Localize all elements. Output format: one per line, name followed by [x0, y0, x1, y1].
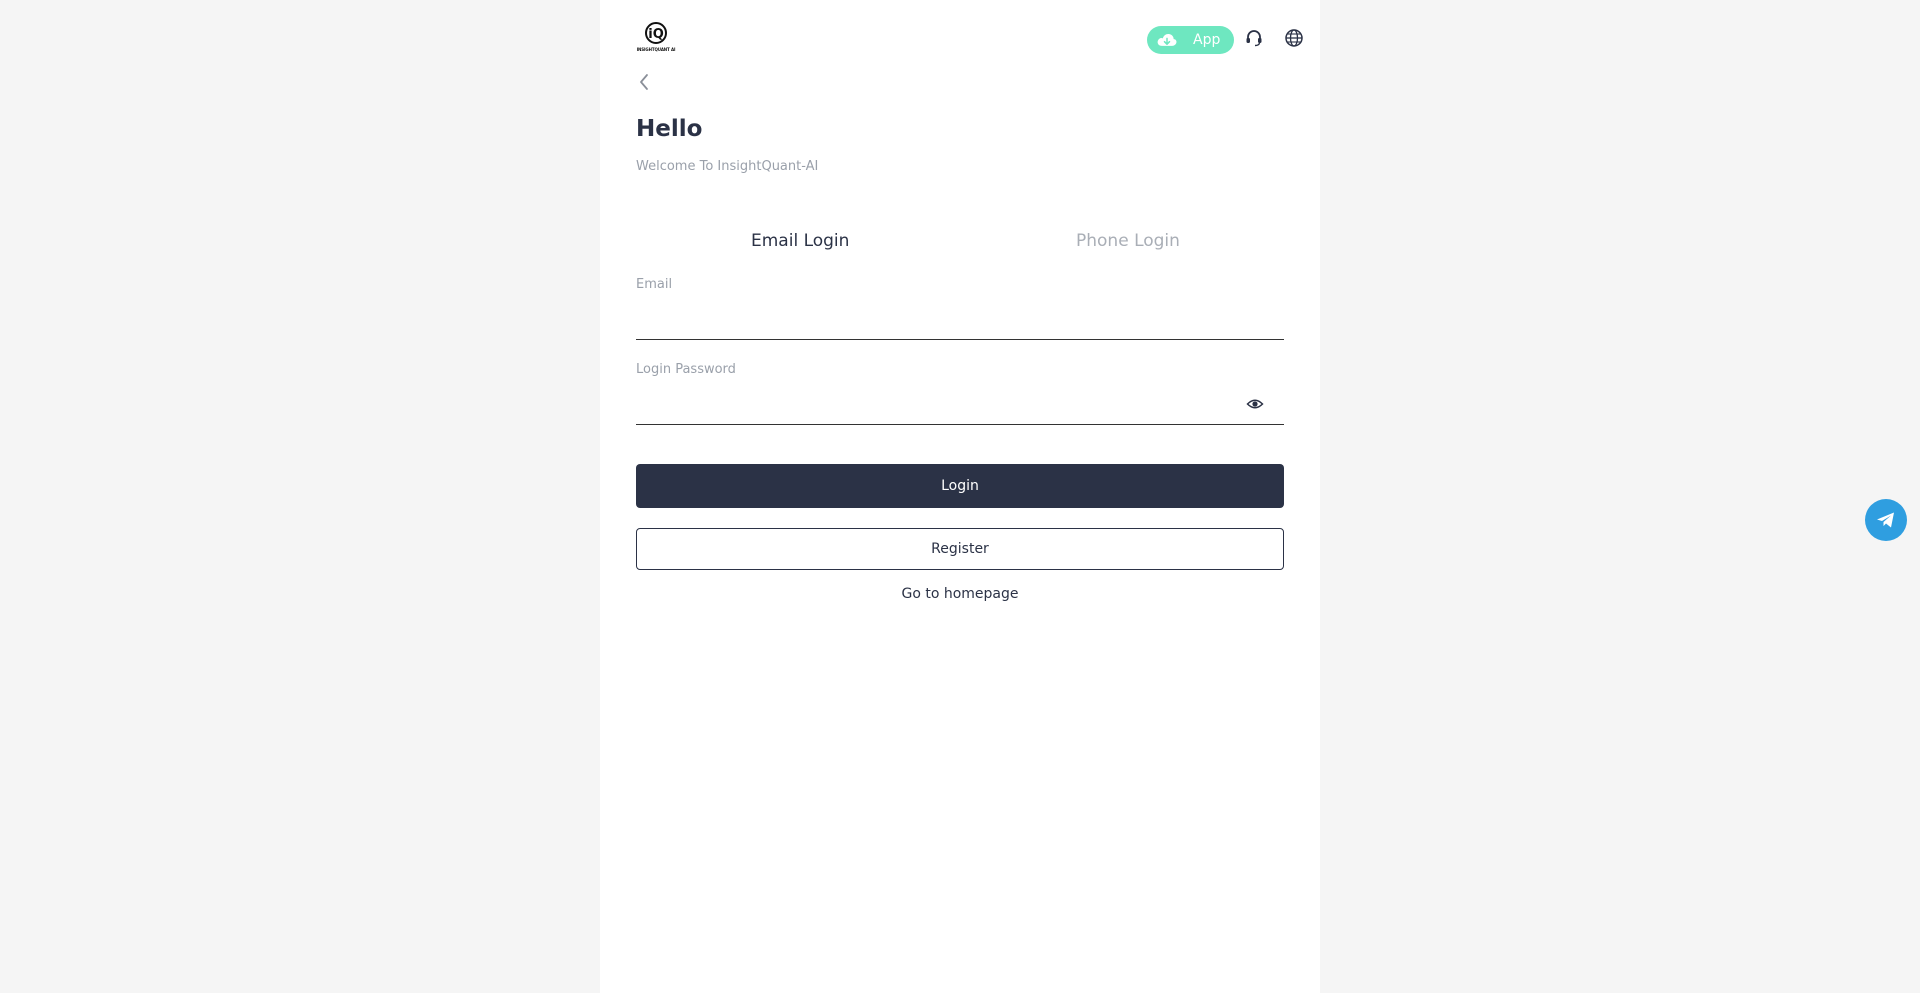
cloud-download-icon	[1157, 33, 1177, 46]
telegram-button[interactable]	[1865, 499, 1907, 541]
svg-text:iQ: iQ	[648, 27, 664, 42]
app-label: App	[1193, 32, 1221, 48]
app-download-button[interactable]: App	[1147, 26, 1234, 54]
password-field[interactable]	[636, 395, 1284, 425]
iq-logo-icon: iQ	[645, 22, 667, 44]
go-to-homepage-link[interactable]: Go to homepage	[600, 586, 1320, 602]
page-subtitle: Welcome To InsightQuant-AI	[636, 159, 819, 174]
tab-email-login[interactable]: Email Login	[751, 231, 849, 251]
login-page: iQ INSIGHTQUANT AI App Hello Welcome To …	[600, 0, 1320, 993]
login-button[interactable]: Login	[636, 464, 1284, 508]
globe-icon[interactable]	[1284, 28, 1304, 48]
register-button[interactable]: Register	[636, 528, 1284, 570]
headset-icon[interactable]	[1244, 28, 1264, 48]
email-field[interactable]	[636, 310, 1284, 340]
password-label: Login Password	[636, 362, 736, 377]
page-title: Hello	[636, 116, 703, 142]
chevron-left-icon[interactable]	[636, 72, 652, 92]
tab-phone-login[interactable]: Phone Login	[1076, 231, 1180, 251]
brand-logo[interactable]: iQ INSIGHTQUANT AI	[635, 22, 677, 52]
email-label: Email	[636, 277, 673, 292]
eye-icon[interactable]	[1246, 395, 1264, 413]
header: iQ INSIGHTQUANT AI App	[600, 0, 1320, 78]
brand-logo-text: INSIGHTQUANT AI	[636, 47, 676, 52]
telegram-icon	[1877, 512, 1894, 528]
